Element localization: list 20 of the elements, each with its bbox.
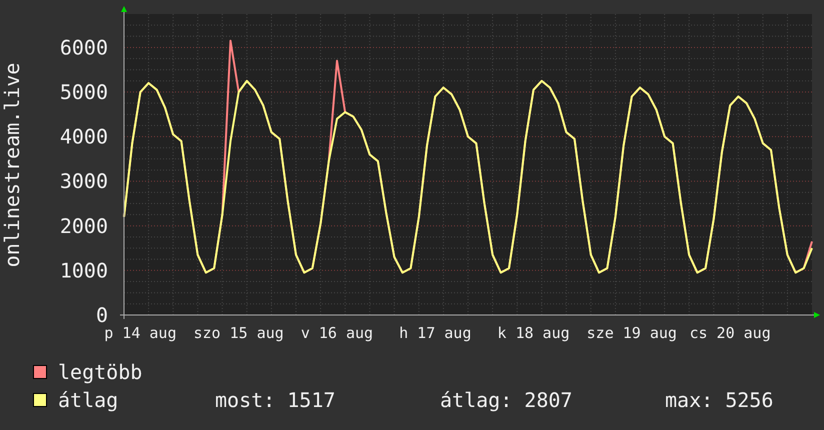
y-tick-label: 2000 <box>60 214 108 238</box>
x-tick-label: szo 15 aug <box>194 324 284 342</box>
y-tick-label: 1000 <box>60 258 108 282</box>
x-tick-label: cs 20 aug <box>689 324 771 342</box>
legend-stat: átlag: 2807 <box>440 388 574 412</box>
legend-label: legtöbb <box>58 360 144 384</box>
y-axis-title: onlinestream.live <box>0 62 24 268</box>
x-tick-label: sze 19 aug <box>586 324 677 342</box>
y-tick-label: 0 <box>96 303 108 327</box>
y-tick-label: 3000 <box>60 169 108 194</box>
legend-stat: most: 1517 <box>215 388 336 412</box>
legend-stat: max: 5256 <box>665 388 774 412</box>
y-tick-label: 6000 <box>60 35 108 60</box>
x-tick-label: h 17 aug <box>399 324 472 342</box>
legend-label: átlag <box>58 388 120 412</box>
x-tick-label: k 18 aug <box>497 324 570 342</box>
y-tick-label: 5000 <box>60 80 108 104</box>
y-tick-label: 4000 <box>60 124 108 149</box>
x-tick-label: v 16 aug <box>300 324 374 342</box>
x-tick-label: p 14 aug <box>104 324 176 342</box>
